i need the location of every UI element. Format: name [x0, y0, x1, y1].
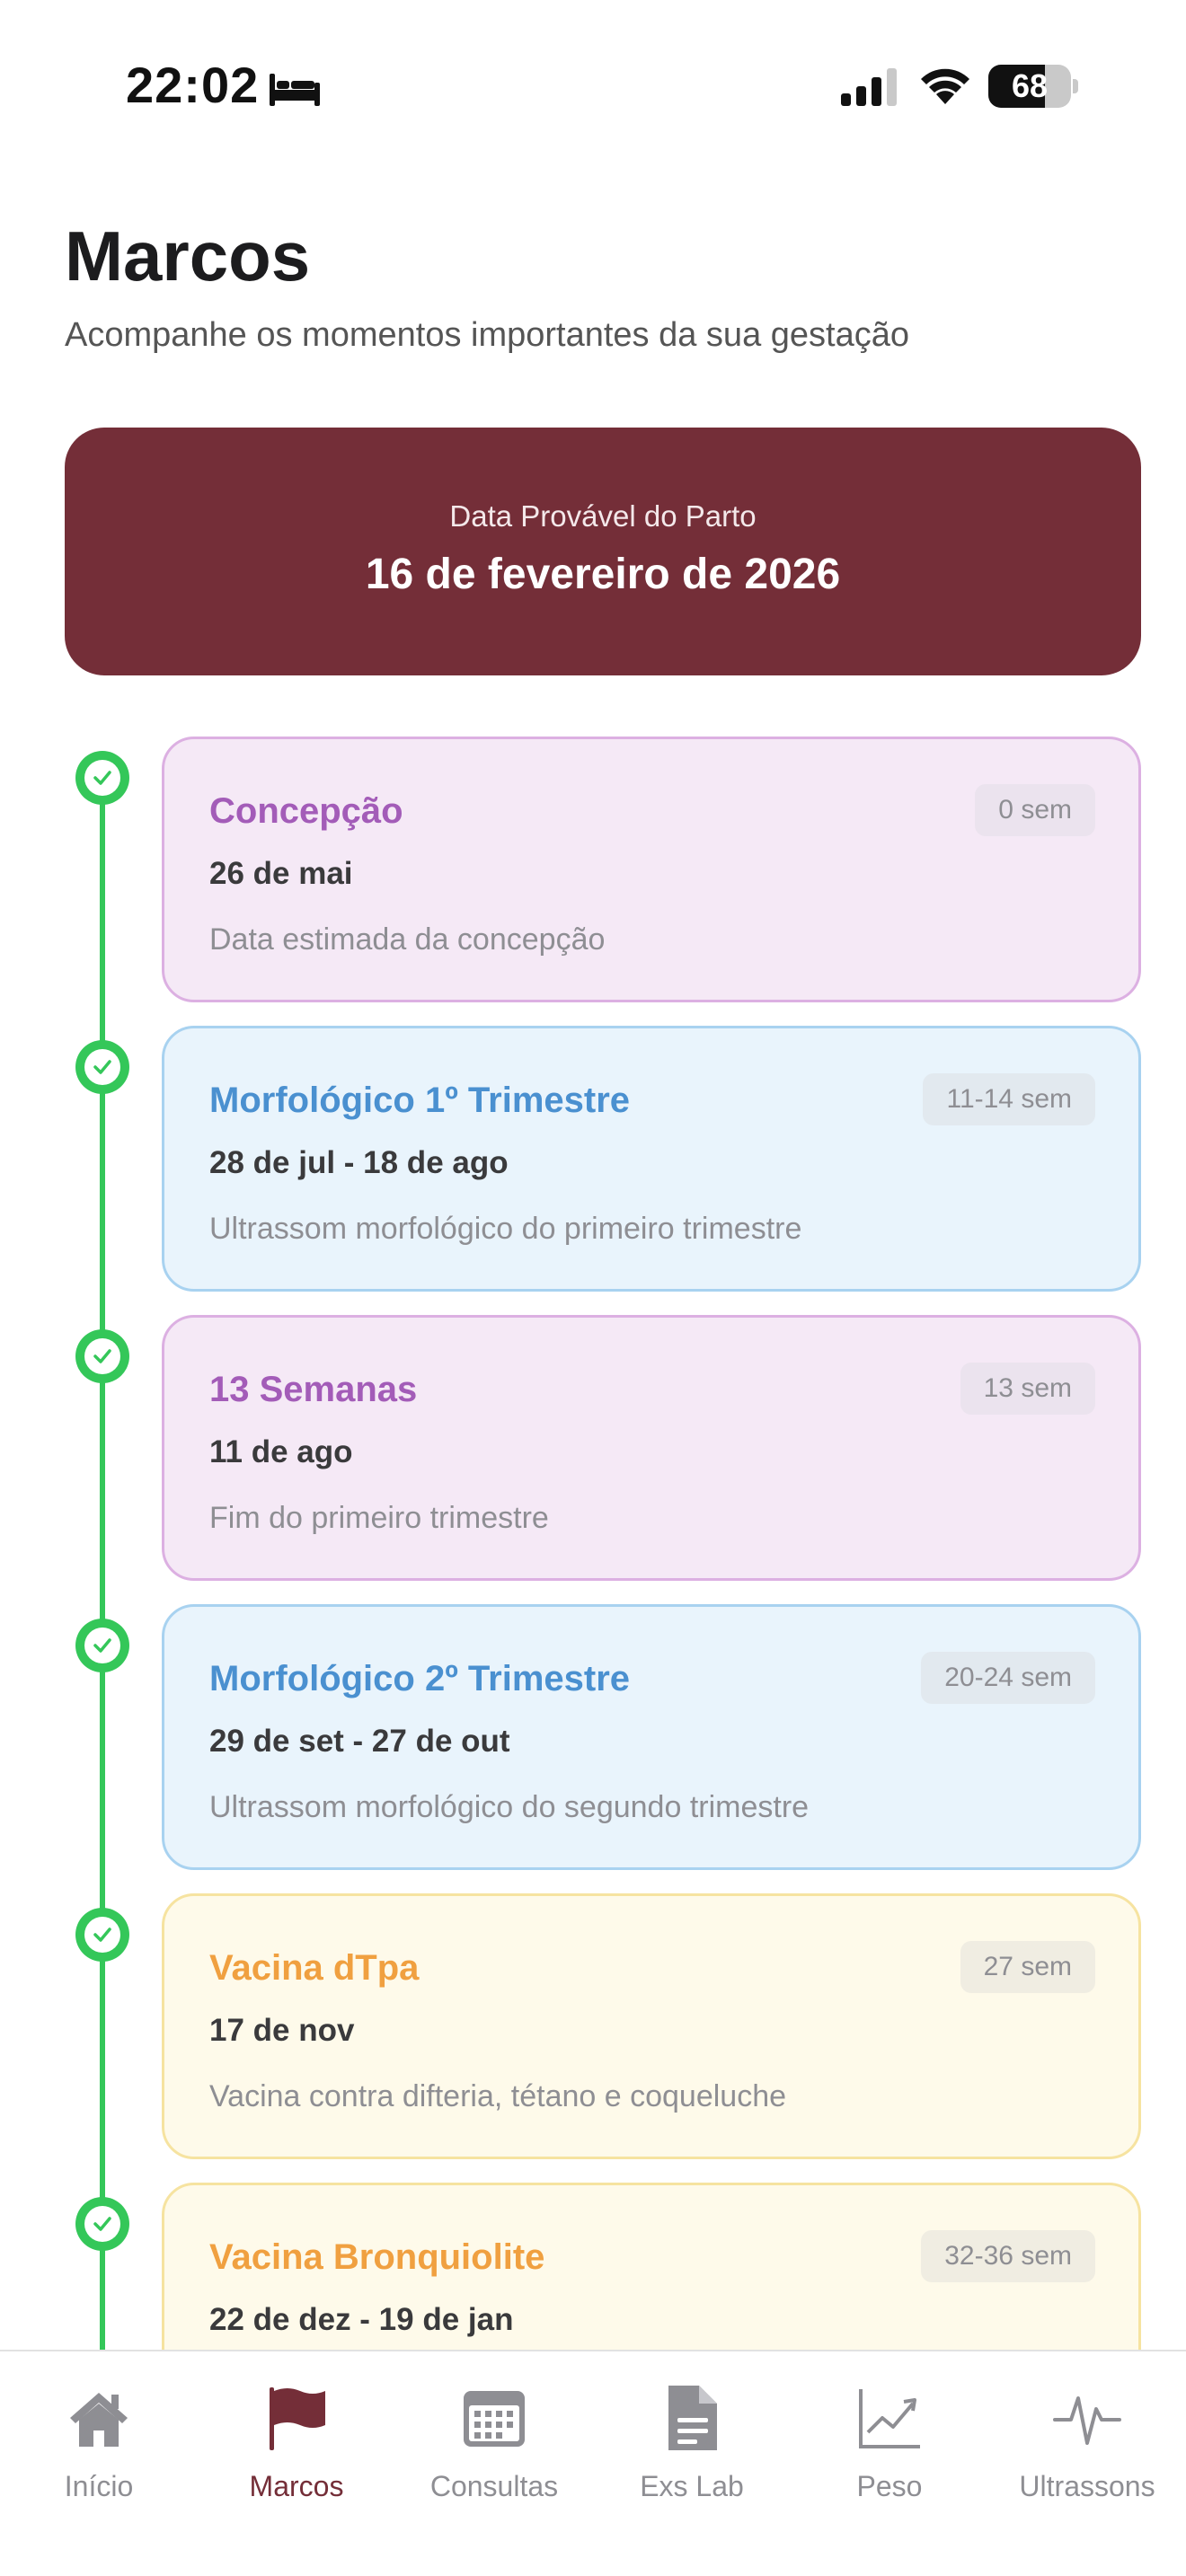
- tab-label: Consultas: [429, 2470, 559, 2502]
- tab-marcos[interactable]: Marcos: [198, 2375, 395, 2510]
- milestone-description: Ultrassom morfológico do primeiro trimes…: [209, 1212, 802, 1246]
- check-circle-icon: [75, 1908, 129, 1962]
- waveform-icon: [1053, 2396, 1121, 2445]
- document-icon: [668, 2386, 717, 2450]
- tab-inicio[interactable]: Início: [0, 2375, 198, 2510]
- check-circle-icon: [75, 751, 129, 805]
- battery-icon: 68: [988, 65, 1078, 108]
- week-badge: 0 sem: [975, 784, 1095, 836]
- tab-label: Exs Lab: [640, 2470, 744, 2502]
- status-bar: 22:02 68: [0, 0, 1186, 171]
- milestone-title: Vacina dTpa: [209, 1948, 420, 1988]
- page-subtitle: Acompanhe os momentos importantes da sua…: [65, 316, 909, 354]
- check-circle-icon: [75, 1040, 129, 1094]
- milestone-card[interactable]: 13 Semanas 13 sem 11 de ago Fim do prime…: [162, 1315, 1141, 1581]
- milestone-card[interactable]: Morfológico 1º Trimestre 11-14 sem 28 de…: [162, 1026, 1141, 1292]
- flag-icon: [270, 2387, 325, 2450]
- milestone-date: 29 de set - 27 de out: [209, 1724, 510, 1759]
- milestone-date: 28 de jul - 18 de ago: [209, 1145, 509, 1180]
- milestone-title: Morfológico 1º Trimestre: [209, 1081, 631, 1120]
- check-circle-icon: [75, 1329, 129, 1383]
- due-date-banner: Data Provável do Parto 16 de fevereiro d…: [65, 428, 1141, 675]
- wifi-icon: [921, 68, 969, 104]
- tab-label: Marcos: [249, 2470, 344, 2502]
- marcos-screen: 22:02 68 Marcos Acompanhe os momentos im…: [0, 0, 1186, 2576]
- battery-body: 68: [988, 65, 1071, 108]
- week-badge: 13 sem: [960, 1363, 1095, 1415]
- due-date-label: Data Provável do Parto: [449, 499, 757, 533]
- home-icon: [70, 2393, 128, 2447]
- tab-ultrassons[interactable]: Ultrassons: [988, 2375, 1186, 2510]
- check-circle-icon: [75, 2197, 129, 2251]
- cellular-signal-icon: [841, 68, 897, 106]
- status-time: 22:02: [126, 57, 260, 113]
- tab-bar: Início Marcos Consultas Exs Lab Peso Ult…: [0, 2350, 1186, 2576]
- milestone-item[interactable]: Morfológico 1º Trimestre 11-14 sem 28 de…: [0, 1026, 1186, 1292]
- milestone-title: Concepção: [209, 791, 403, 831]
- chart-line-icon: [859, 2389, 920, 2448]
- week-badge: 32-36 sem: [921, 2230, 1095, 2282]
- milestone-title: Morfológico 2º Trimestre: [209, 1659, 631, 1698]
- tab-exs-lab[interactable]: Exs Lab: [593, 2375, 791, 2510]
- calendar-icon: [464, 2391, 525, 2447]
- milestone-card[interactable]: Morfológico 2º Trimestre 20-24 sem 29 de…: [162, 1604, 1141, 1870]
- milestone-title: Vacina Bronquiolite: [209, 2237, 545, 2277]
- milestone-date: 11 de ago: [209, 1434, 353, 1469]
- battery-nub: [1073, 79, 1078, 93]
- milestone-date: 26 de mai: [209, 856, 353, 891]
- week-badge: 20-24 sem: [921, 1652, 1095, 1704]
- milestone-item[interactable]: Concepção 0 sem 26 de mai Data estimada …: [0, 737, 1186, 1002]
- page-title: Marcos: [65, 216, 311, 296]
- bed-icon: [270, 74, 320, 106]
- milestone-title: 13 Semanas: [209, 1370, 418, 1409]
- tab-consultas[interactable]: Consultas: [395, 2375, 593, 2510]
- tab-label: Ultrassons: [1019, 2470, 1155, 2502]
- milestone-description: Data estimada da concepção: [209, 922, 606, 957]
- milestone-date: 17 de nov: [209, 2013, 355, 2048]
- milestone-description: Vacina contra difteria, tétano e coquelu…: [209, 2079, 787, 2113]
- milestone-card[interactable]: Concepção 0 sem 26 de mai Data estimada …: [162, 737, 1141, 1002]
- due-date-value: 16 de fevereiro de 2026: [365, 551, 841, 598]
- milestone-date: 22 de dez - 19 de jan: [209, 2302, 514, 2337]
- milestone-card[interactable]: Vacina dTpa 27 sem 17 de nov Vacina cont…: [162, 1893, 1141, 2159]
- milestone-item[interactable]: Morfológico 2º Trimestre 20-24 sem 29 de…: [0, 1604, 1186, 1870]
- check-circle-icon: [75, 1619, 129, 1672]
- tab-label: Peso: [856, 2470, 923, 2502]
- tab-peso[interactable]: Peso: [791, 2375, 988, 2510]
- week-badge: 11-14 sem: [923, 1073, 1095, 1125]
- milestone-description: Ultrassom morfológico do segundo trimest…: [209, 1790, 810, 1824]
- battery-level: 68: [1011, 67, 1049, 104]
- milestone-timeline: Concepção 0 sem 26 de mai Data estimada …: [0, 737, 1186, 2448]
- milestone-item[interactable]: Vacina dTpa 27 sem 17 de nov Vacina cont…: [0, 1893, 1186, 2159]
- milestone-description: Fim do primeiro trimestre: [209, 1501, 549, 1535]
- tab-label: Início: [64, 2470, 134, 2502]
- milestone-item[interactable]: 13 Semanas 13 sem 11 de ago Fim do prime…: [0, 1315, 1186, 1581]
- week-badge: 27 sem: [960, 1941, 1095, 1993]
